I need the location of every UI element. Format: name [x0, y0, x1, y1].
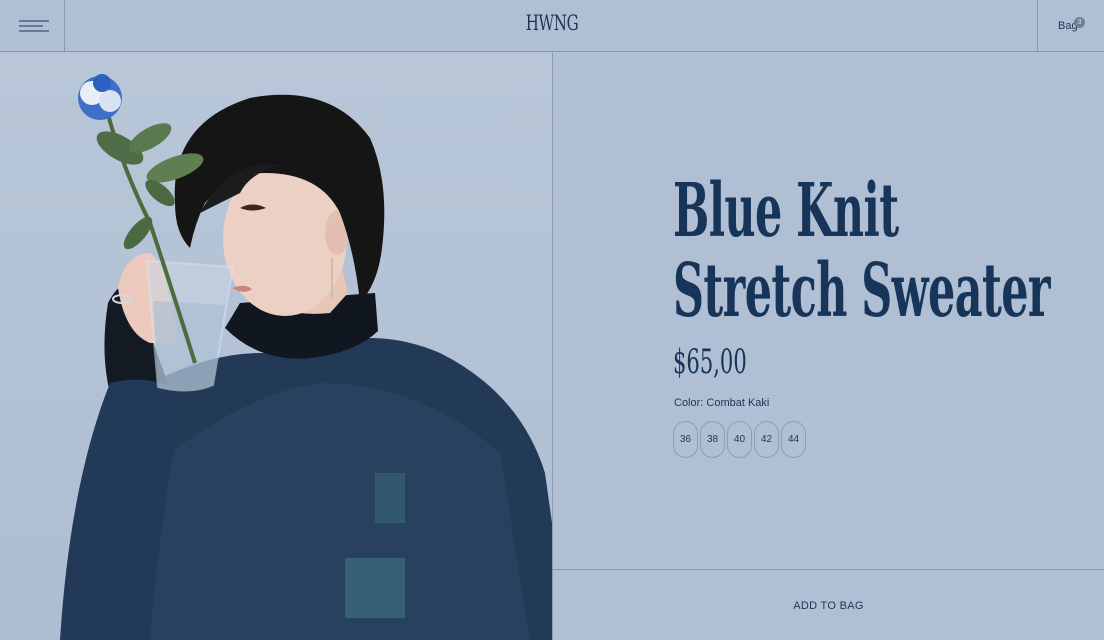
size-option-42[interactable]: 42	[754, 421, 779, 458]
menu-button[interactable]	[0, 0, 65, 52]
brand-logo[interactable]: HWNG	[155, 11, 950, 35]
bag-button[interactable]: Bag 3	[1037, 0, 1104, 52]
product-price: $65,00	[673, 342, 747, 382]
product-title-line2: Stretch Sweater	[673, 248, 1051, 334]
model-illustration	[60, 74, 552, 640]
size-option-44[interactable]: 44	[781, 421, 806, 458]
product-details: Blue Knit Stretch Sweater $65,00 Color: …	[553, 53, 1104, 569]
menu-icon	[19, 20, 49, 32]
site-header: HWNG Bag 3	[0, 0, 1104, 52]
product-title: Blue Knit Stretch Sweater	[673, 168, 1051, 334]
add-to-bag-button[interactable]: ADD TO BAG	[553, 569, 1104, 640]
product-title-line1: Blue Knit	[673, 168, 899, 254]
product-photo	[0, 53, 552, 640]
size-option-36[interactable]: 36	[673, 421, 698, 458]
bag-count-badge: 3	[1074, 17, 1085, 28]
size-selector: 36 38 40 42 44	[673, 421, 806, 458]
size-option-40[interactable]: 40	[727, 421, 752, 458]
size-option-38[interactable]: 38	[700, 421, 725, 458]
color-label: Color: Combat Kaki	[674, 397, 770, 409]
add-to-bag-label: ADD TO BAG	[793, 600, 864, 612]
